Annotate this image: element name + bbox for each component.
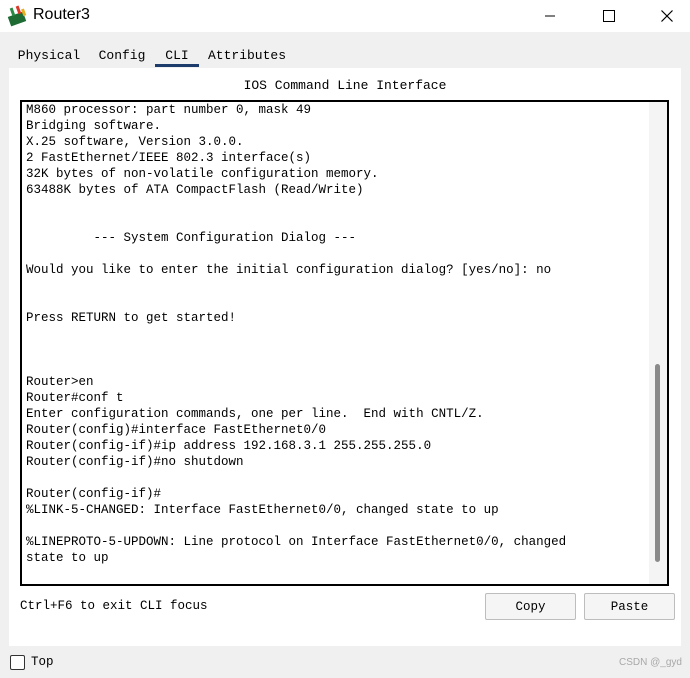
- minimize-button[interactable]: [527, 0, 573, 32]
- close-icon: [661, 10, 673, 22]
- terminal-line: Router(config-if)#ip address 192.168.3.1…: [26, 439, 432, 453]
- terminal-line: Router#conf t: [26, 391, 124, 405]
- terminal-line: state to up: [26, 551, 109, 565]
- window-title: Router3: [33, 6, 90, 23]
- terminal-line: %LINEPROTO-5-UPDOWN: Line protocol on In…: [26, 535, 567, 549]
- tab-config[interactable]: Config: [89, 44, 155, 68]
- minimize-icon: [545, 15, 555, 17]
- tab-physical[interactable]: Physical: [9, 44, 89, 68]
- terminal-line: %LINK-5-CHANGED: Interface FastEthernet0…: [26, 503, 499, 517]
- tab-bar: Physical Config CLI Attributes: [9, 44, 681, 69]
- cli-terminal[interactable]: M860 processor: part number 0, mask 49 Br…: [20, 100, 669, 586]
- terminal-scrollbar[interactable]: [649, 102, 667, 584]
- terminal-line: Would you like to enter the initial conf…: [26, 263, 552, 277]
- terminal-line: --- System Configuration Dialog ---: [26, 231, 357, 245]
- terminal-line: 63488K bytes of ATA CompactFlash (Read/W…: [26, 183, 364, 197]
- tab-attributes[interactable]: Attributes: [199, 44, 295, 68]
- terminal-line: Bridging software.: [26, 119, 162, 133]
- router-app-icon: [7, 5, 27, 27]
- terminal-line: Router(config-if)#no shutdown: [26, 455, 244, 469]
- terminal-line: Router>en: [26, 375, 94, 389]
- terminal-line: Router(config-if)#: [26, 487, 162, 501]
- paste-button[interactable]: Paste: [584, 593, 675, 620]
- close-button[interactable]: [644, 0, 690, 32]
- maximize-button[interactable]: [586, 0, 632, 32]
- terminal-line: M860 processor: part number 0, mask 49: [26, 103, 312, 117]
- terminal-line: Router(config)#interface FastEthernet0/0: [26, 423, 327, 437]
- terminal-line: X.25 software, Version 3.0.0.: [26, 135, 244, 149]
- terminal-line: Press RETURN to get started!: [26, 311, 237, 325]
- terminal-output: M860 processor: part number 0, mask 49 Br…: [26, 102, 646, 566]
- terminal-line: 32K bytes of non-volatile configuration …: [26, 167, 379, 181]
- watermark: CSDN @_gyd: [619, 657, 682, 668]
- active-tab-indicator: [155, 64, 199, 67]
- copy-button[interactable]: Copy: [485, 593, 576, 620]
- cli-heading: IOS Command Line Interface: [243, 78, 447, 93]
- exit-cli-hint: Ctrl+F6 to exit CLI focus: [20, 599, 208, 613]
- scrollbar-thumb[interactable]: [655, 364, 660, 562]
- maximize-icon: [603, 10, 615, 22]
- terminal-line: 2 FastEthernet/IEEE 802.3 interface(s): [26, 151, 312, 165]
- terminal-line: Enter configuration commands, one per li…: [26, 407, 484, 421]
- top-checkbox[interactable]: [10, 655, 25, 670]
- top-checkbox-label: Top: [31, 655, 54, 669]
- cli-panel: IOS Command Line Interface M860 processo…: [9, 68, 681, 646]
- title-bar: Router3: [0, 0, 690, 32]
